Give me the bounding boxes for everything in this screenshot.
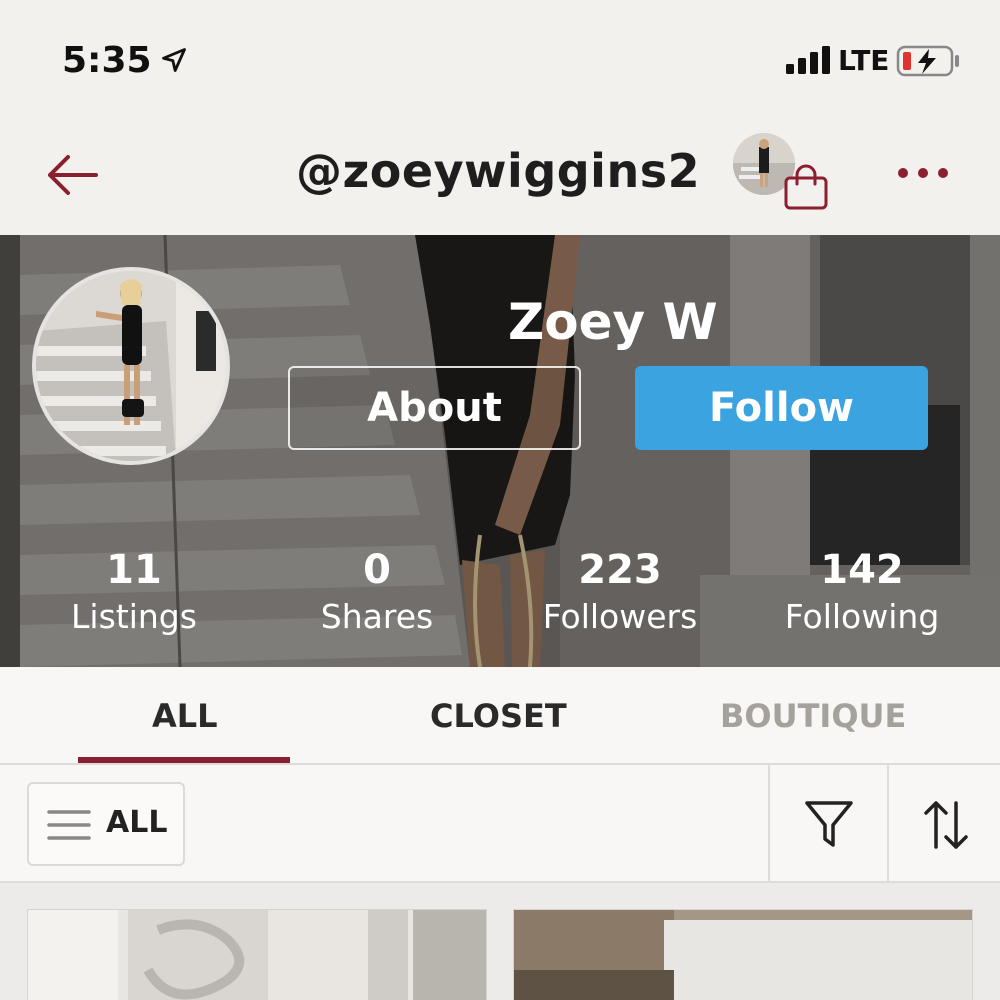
menu-lines-icon [47, 810, 91, 840]
follow-button[interactable]: Follow [635, 366, 928, 450]
signal-bars-icon [786, 46, 830, 74]
status-time: 5:35 [62, 40, 152, 81]
stat-label: Shares [320, 597, 434, 636]
filter-bar: ALL [0, 765, 1000, 883]
profile-cover: Zoey W About Follow 11 Listings 0 Shares… [0, 235, 1000, 667]
stat-shares[interactable]: 0 Shares [257, 547, 497, 639]
stat-value: 142 [820, 547, 904, 593]
dropdown-label: ALL [106, 805, 168, 840]
location-arrow-icon [162, 48, 186, 72]
nav-bar: @zoeywiggins2 [0, 120, 1000, 235]
profile-username: @zoeywiggins2 [296, 144, 701, 198]
stat-label: Listings [71, 597, 197, 636]
tab-closet[interactable]: CLOSET [430, 697, 567, 735]
about-button[interactable]: About [288, 366, 581, 450]
back-arrow-icon[interactable] [42, 150, 102, 200]
stat-listings[interactable]: 11 Listings [14, 547, 254, 639]
stat-following[interactable]: 142 Following [742, 547, 982, 639]
divider [768, 765, 770, 883]
stat-label: Following [784, 597, 940, 636]
stat-value: 11 [106, 547, 162, 593]
listing-grid [0, 883, 1000, 1000]
divider [887, 765, 889, 883]
shopping-bag-icon[interactable] [782, 162, 830, 210]
stat-label: Followers [542, 597, 698, 636]
status-bar: 5:35 LTE [0, 0, 1000, 120]
more-dots-icon[interactable] [896, 162, 950, 184]
sort-arrows-icon[interactable] [922, 799, 970, 851]
filter-funnel-icon[interactable] [804, 799, 854, 851]
profile-avatar[interactable] [32, 267, 230, 465]
network-type: LTE [838, 44, 890, 77]
active-tab-indicator [78, 757, 290, 763]
battery-charging-icon [896, 45, 959, 77]
tab-all[interactable]: ALL [152, 697, 218, 735]
listing-thumbnail[interactable] [27, 909, 487, 1000]
category-dropdown[interactable]: ALL [27, 782, 185, 866]
listing-thumbnail[interactable] [513, 909, 973, 1000]
stat-value: 223 [578, 547, 662, 593]
tab-boutique[interactable]: BOUTIQUE [720, 697, 906, 735]
stat-value: 0 [363, 547, 391, 593]
display-name: Zoey W [508, 293, 718, 351]
stat-followers[interactable]: 223 Followers [500, 547, 740, 639]
closet-tabs: ALL CLOSET BOUTIQUE [0, 667, 1000, 765]
